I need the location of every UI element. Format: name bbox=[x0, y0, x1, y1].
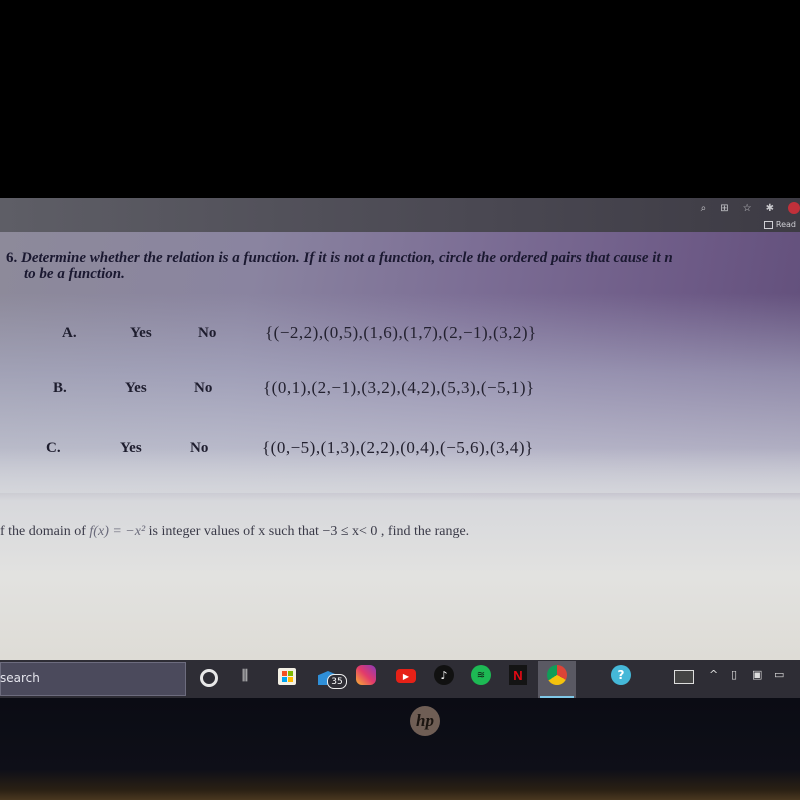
zoom-icon[interactable]: ⌕ bbox=[701, 203, 707, 214]
search-placeholder: search bbox=[0, 671, 40, 685]
item-letter: B. bbox=[53, 379, 67, 396]
question-7-text-start: f the domain of bbox=[0, 524, 90, 539]
laptop-bezel bbox=[0, 698, 800, 800]
question-6-text-continued: to be a function. bbox=[24, 266, 125, 282]
youtube-icon[interactable]: ▶ bbox=[396, 669, 416, 683]
ordered-pairs-set: {(−2,2),(0,5),(1,6),(1,7),(2,−1),(3,2)} bbox=[265, 323, 537, 342]
item-letter: C. bbox=[46, 439, 61, 456]
question-7-text-end: is integer values of x such that −3 ≤ x<… bbox=[145, 524, 470, 539]
spotify-glyph: ≋ bbox=[476, 669, 486, 681]
screen-record-icon[interactable]: ▣ bbox=[752, 668, 762, 681]
browser-toolbar-icons: ⌕ ⊞ ☆ ✱ bbox=[701, 202, 800, 214]
netflix-glyph: N bbox=[513, 667, 523, 683]
get-help-icon[interactable]: ? bbox=[611, 665, 631, 685]
question-6-prompt: 6. Determine whether the relation is a f… bbox=[6, 250, 800, 282]
no-option[interactable]: No bbox=[194, 380, 212, 397]
help-glyph: ? bbox=[617, 668, 625, 682]
question-6-text: Determine whether the relation is a func… bbox=[21, 250, 673, 266]
laptop-screen: ⌕ ⊞ ☆ ✱ Read 6. Determine whether the re… bbox=[0, 198, 800, 660]
tiktok-glyph: ♪ bbox=[440, 668, 448, 682]
question-number: 6. bbox=[6, 250, 18, 266]
reading-list-icon bbox=[763, 220, 773, 229]
youtube-play-glyph: ▶ bbox=[402, 671, 410, 681]
no-option[interactable]: No bbox=[198, 325, 216, 342]
browser-toolbar: ⌕ ⊞ ☆ ✱ Read bbox=[0, 198, 800, 232]
profile-avatar[interactable] bbox=[788, 202, 800, 214]
yes-option[interactable]: Yes bbox=[125, 380, 147, 397]
cortana-icon[interactable] bbox=[200, 669, 218, 687]
yes-option[interactable]: Yes bbox=[130, 325, 152, 342]
ordered-pairs-set: {(0,−5),(1,3),(2,2),(0,4),(−5,6),(3,4)} bbox=[262, 438, 534, 457]
item-letter: A. bbox=[62, 324, 77, 341]
yes-option[interactable]: Yes bbox=[120, 440, 142, 457]
hp-logo-text: hp bbox=[416, 711, 434, 730]
task-view-icon[interactable]: ⫼ bbox=[234, 665, 256, 687]
show-hidden-icons-chevron[interactable]: ^ bbox=[709, 668, 718, 681]
battery-icon[interactable]: ▭ bbox=[774, 668, 784, 681]
no-option[interactable]: No bbox=[190, 440, 208, 457]
hp-logo: hp bbox=[410, 706, 440, 736]
reading-list-button[interactable]: Read bbox=[763, 220, 796, 229]
function-expression: f(x) = −x² bbox=[89, 524, 146, 539]
question-6-line-1: 6. Determine whether the relation is a f… bbox=[6, 250, 673, 266]
task-view-glyph: ⫼ bbox=[241, 668, 249, 684]
store-logo bbox=[281, 671, 293, 682]
news-widget-icon[interactable] bbox=[674, 670, 694, 684]
spotify-icon[interactable]: ≋ bbox=[471, 665, 491, 685]
ordered-pairs-set: {(0,1),(2,−1),(3,2),(4,2),(5,3),(−5,1)} bbox=[263, 378, 535, 397]
question-7-prompt: f the domain of f(x) = −x² is integer va… bbox=[0, 524, 469, 540]
puzzle-icon[interactable]: ✱ bbox=[766, 203, 774, 214]
bookmark-star-icon[interactable]: ☆ bbox=[743, 203, 752, 214]
reading-list-label: Read bbox=[775, 220, 796, 229]
screen-lower-glare bbox=[0, 448, 800, 660]
device-icon[interactable]: ▯ bbox=[731, 668, 737, 681]
photo-dark-background bbox=[0, 0, 800, 198]
mail-unread-badge: 35 bbox=[327, 674, 347, 689]
chrome-icon[interactable] bbox=[547, 665, 567, 685]
extensions-icon[interactable]: ⊞ bbox=[720, 203, 728, 214]
tiktok-icon[interactable]: ♪ bbox=[434, 665, 454, 685]
instagram-icon[interactable] bbox=[356, 665, 376, 685]
netflix-icon[interactable]: N bbox=[509, 665, 527, 685]
microsoft-store-icon[interactable] bbox=[278, 668, 296, 685]
